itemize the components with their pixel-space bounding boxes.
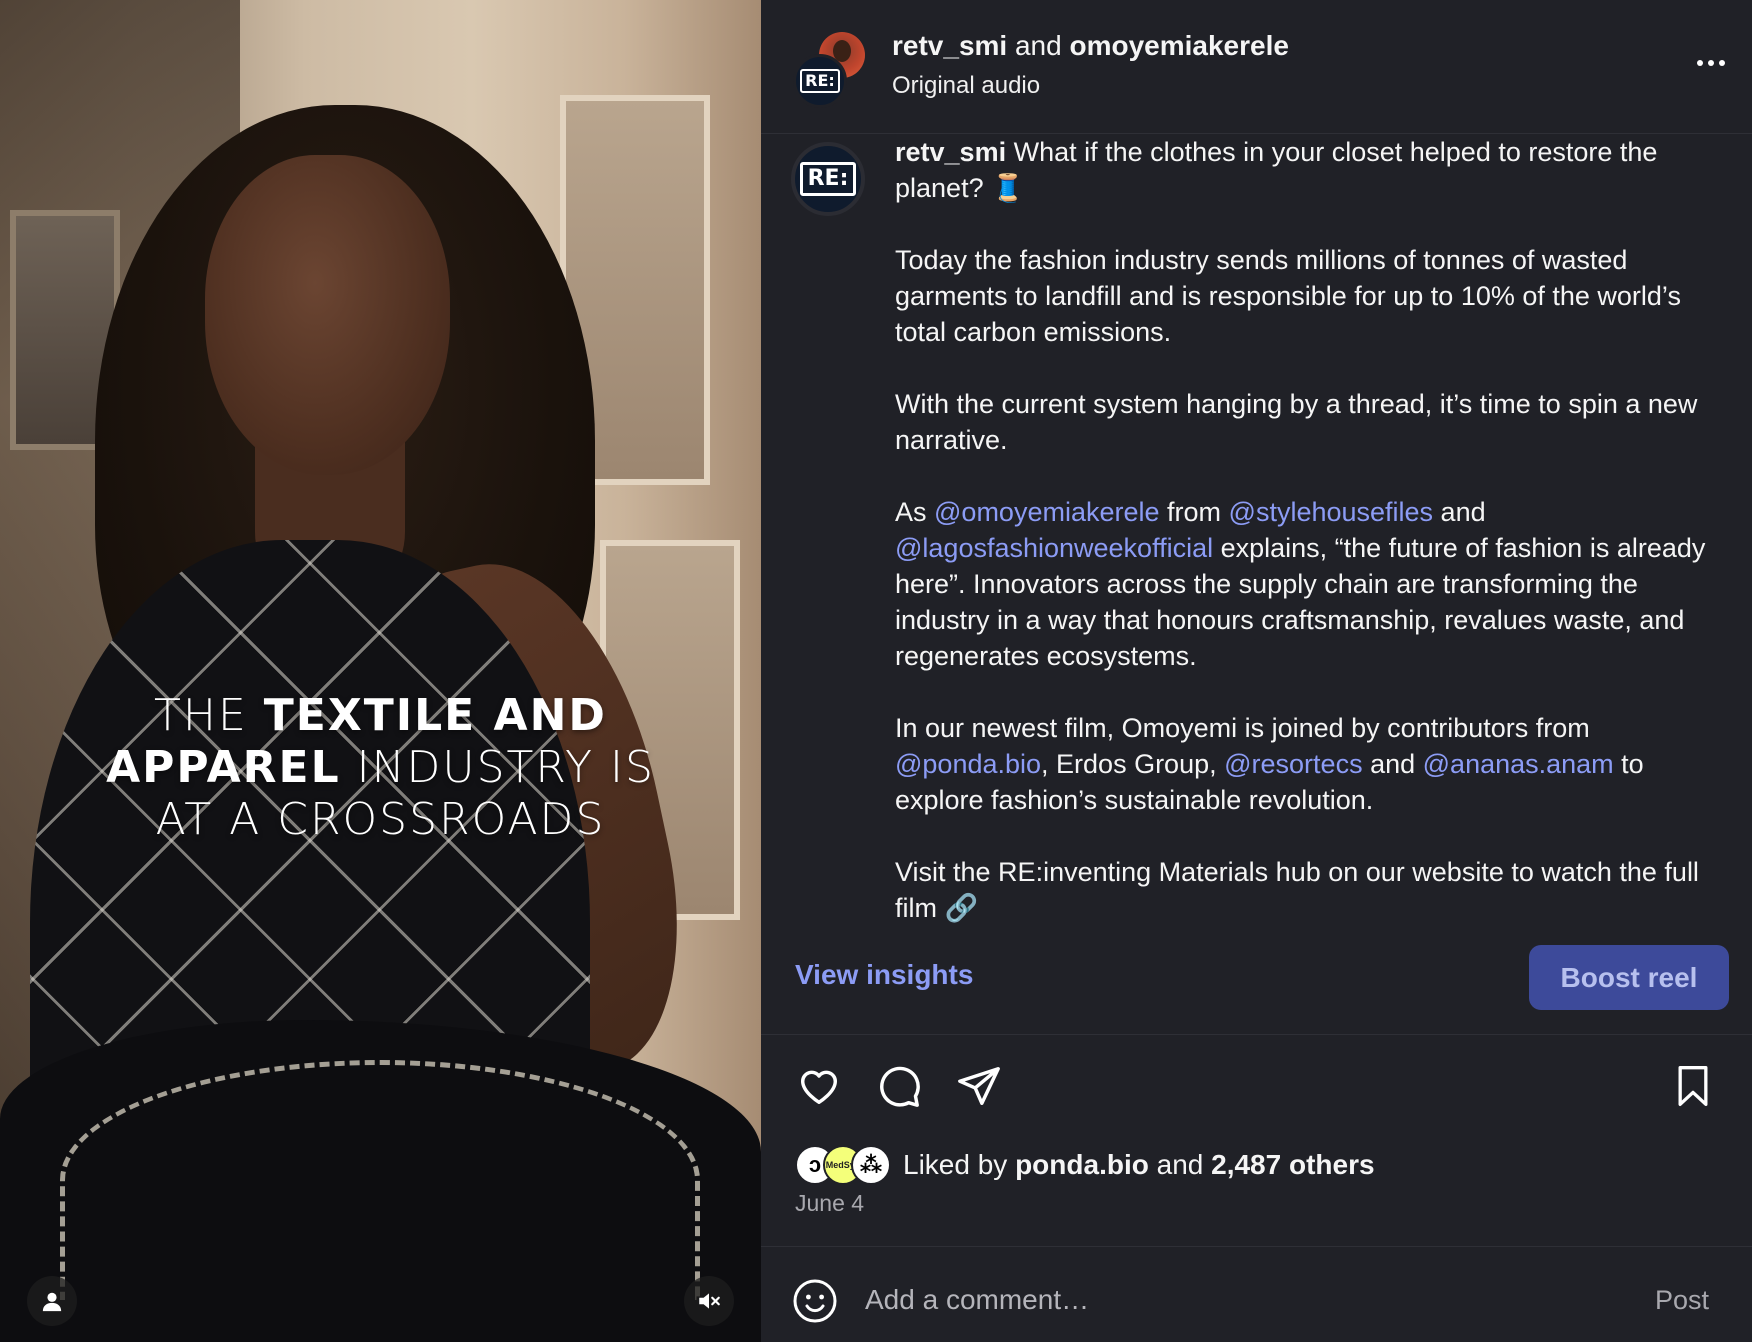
heart-icon bbox=[800, 1070, 838, 1105]
author-link[interactable]: retv_smi bbox=[892, 30, 1007, 61]
like-button[interactable] bbox=[793, 1060, 845, 1112]
user-icon bbox=[42, 1292, 62, 1312]
caption-paragraph: As @omoyemiakerele from @stylehousefiles… bbox=[895, 497, 1706, 671]
video-overlay-title: THE TEXTILE AND APPAREL INDUSTRY IS AT A… bbox=[0, 690, 761, 846]
post-date[interactable]: June 4 bbox=[795, 1190, 864, 1217]
bookmark-icon bbox=[1678, 1066, 1708, 1106]
avatar: ⁂ bbox=[851, 1145, 891, 1185]
caption-username[interactable]: retv_smi bbox=[895, 137, 1006, 167]
muted-speaker-icon bbox=[699, 1293, 720, 1309]
emoji-picker-button[interactable] bbox=[791, 1277, 839, 1325]
overlay-text-light: THE bbox=[154, 690, 264, 741]
mention-link[interactable]: @omoyemiakerele bbox=[934, 497, 1160, 527]
audio-link[interactable]: Original audio bbox=[892, 72, 1040, 100]
post-authors: retv_smi and omoyemiakerele bbox=[892, 30, 1289, 62]
post-comment-button[interactable]: Post bbox=[1655, 1285, 1709, 1316]
collab-avatars[interactable]: RE: bbox=[793, 32, 873, 108]
smiley-icon bbox=[793, 1279, 837, 1323]
caption-paragraph: Today the fashion industry sends million… bbox=[895, 245, 1681, 347]
author-joiner: and bbox=[1007, 30, 1070, 61]
overlay-text-light: INDUSTRY IS bbox=[340, 742, 655, 793]
caption-paragraph: With the current system hanging by a thr… bbox=[895, 389, 1698, 455]
mention-link[interactable]: @ananas.anam bbox=[1423, 749, 1614, 779]
tagged-users-button[interactable] bbox=[27, 1276, 77, 1326]
re-logo: RE: bbox=[800, 69, 840, 93]
view-insights-link[interactable]: View insights bbox=[795, 959, 973, 991]
post-details-panel: RE: retv_smi and omoyemiakerele Original… bbox=[761, 0, 1752, 1342]
speaker-face bbox=[205, 155, 450, 475]
reel-video[interactable]: THE TEXTILE AND APPAREL INDUSTRY IS AT A… bbox=[0, 0, 761, 1342]
comment-button[interactable] bbox=[873, 1060, 925, 1112]
action-bar bbox=[761, 1060, 1752, 1120]
more-dots-icon bbox=[1697, 60, 1703, 66]
avatar[interactable]: RE: bbox=[793, 54, 847, 108]
comment-icon bbox=[880, 1066, 920, 1107]
likes-summary[interactable]: ↄ MedSyn ⁂ Liked by ponda.bio and 2,487 … bbox=[795, 1143, 1375, 1187]
re-logo: RE: bbox=[799, 162, 857, 196]
caption-text: What if the clothes in your closet helpe… bbox=[895, 137, 1658, 203]
avatar[interactable]: RE: bbox=[791, 142, 865, 216]
boost-reel-button[interactable]: Boost reel bbox=[1529, 945, 1729, 1010]
mention-link[interactable]: @ponda.bio bbox=[895, 749, 1041, 779]
overlay-text-light: AT A CROSSROADS bbox=[155, 794, 606, 845]
author-link[interactable]: omoyemiakerele bbox=[1069, 30, 1288, 61]
caption-section: RE: retv_smi What if the clothes in your… bbox=[761, 134, 1752, 924]
share-button[interactable] bbox=[953, 1060, 1005, 1112]
insights-row: View insights Boost reel bbox=[761, 925, 1752, 1035]
mention-link[interactable]: @lagosfashionweekofficial bbox=[895, 533, 1213, 563]
post-caption: retv_smi What if the clothes in your clo… bbox=[895, 134, 1715, 924]
likes-count[interactable]: 2,487 others bbox=[1211, 1149, 1374, 1180]
likes-text[interactable]: Liked by ponda.bio and 2,487 others bbox=[903, 1149, 1375, 1181]
post-header: RE: retv_smi and omoyemiakerele Original… bbox=[761, 0, 1752, 134]
caption-paragraph: In our newest film, Omoyemi is joined by… bbox=[895, 713, 1644, 815]
share-icon bbox=[958, 1067, 1000, 1105]
comment-input[interactable] bbox=[865, 1275, 1545, 1325]
mention-link[interactable]: @stylehousefiles bbox=[1229, 497, 1434, 527]
overlay-text-bold: TEXTILE AND bbox=[263, 690, 607, 741]
caption-paragraph: Visit the RE:inventing Materials hub on … bbox=[895, 857, 1699, 923]
liker-username[interactable]: ponda.bio bbox=[1015, 1149, 1149, 1180]
more-options-button[interactable] bbox=[1691, 48, 1731, 78]
skirt-trim bbox=[60, 1060, 700, 1300]
comment-composer: Post bbox=[761, 1246, 1752, 1342]
mention-link[interactable]: @resortecs bbox=[1224, 749, 1362, 779]
overlay-text-bold: APPAREL bbox=[106, 742, 341, 793]
save-button[interactable] bbox=[1667, 1060, 1719, 1112]
reel-viewer: THE TEXTILE AND APPAREL INDUSTRY IS AT A… bbox=[0, 0, 1752, 1342]
mute-toggle-button[interactable] bbox=[684, 1276, 734, 1326]
caption-paragraph: retv_smi What if the clothes in your clo… bbox=[895, 134, 1715, 206]
